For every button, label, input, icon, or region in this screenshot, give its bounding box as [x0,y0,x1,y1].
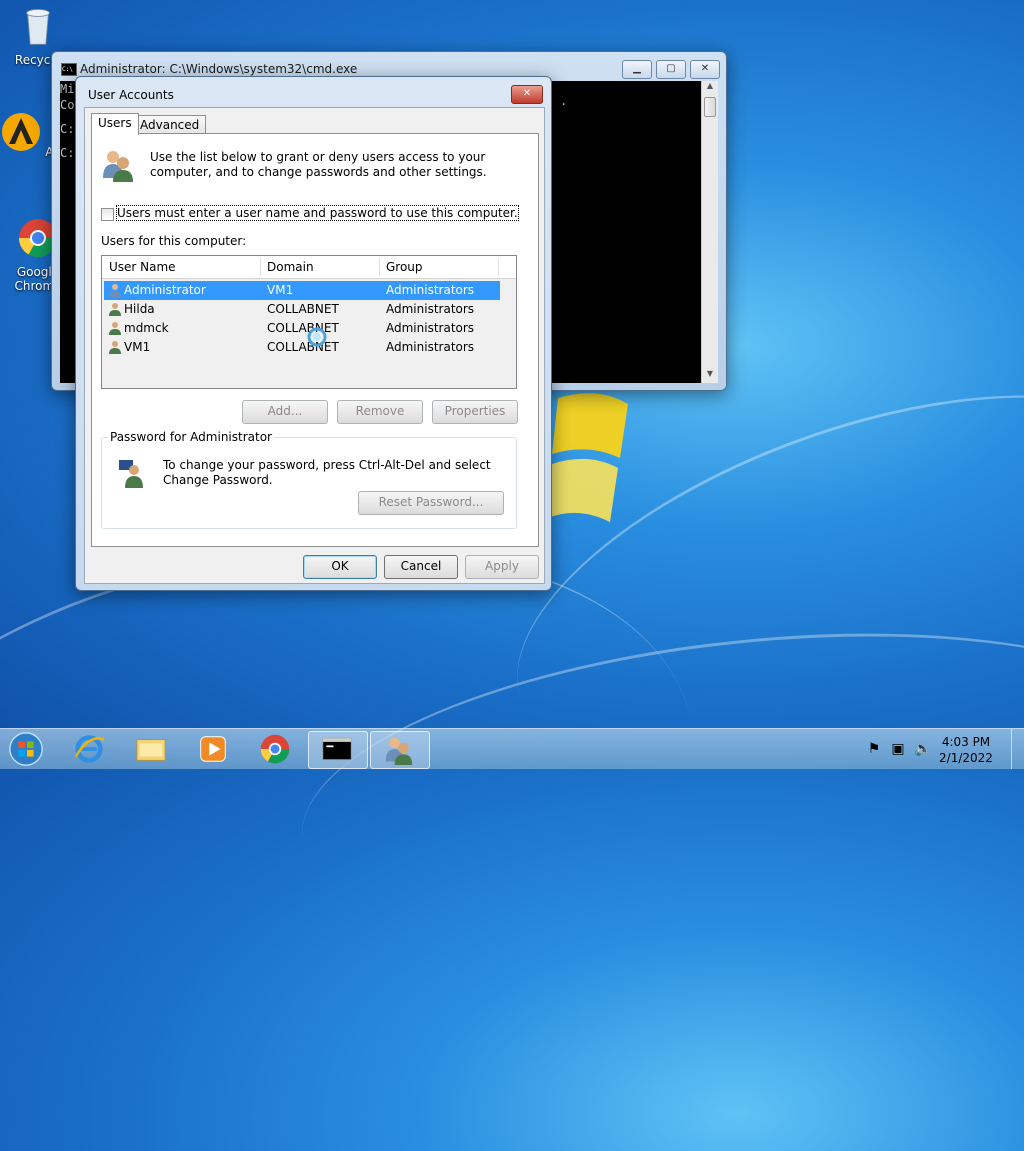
clock-time: 4:03 PM [941,735,991,749]
reset-password-button[interactable]: Reset Password... [358,491,504,515]
scroll-up-icon[interactable]: ▲ [702,81,718,95]
taskbar-media-player[interactable] [184,731,242,767]
cmd-icon [322,737,352,761]
cmd-scrollbar[interactable]: ▲ ▼ [701,81,718,383]
users-tab-panel: Use the list below to grant or deny user… [91,133,539,547]
clock-date: 2/1/2022 [939,751,993,765]
aimp-icon [2,113,41,151]
ok-button[interactable]: OK [303,555,377,579]
user-accounts-dialog[interactable]: User Accounts ✕ Users Advanced Use the l… [75,76,552,591]
intro-text: Use the list below to grant or deny user… [150,150,487,179]
scroll-thumb[interactable] [704,97,716,117]
action-center-flag-icon[interactable]: ⚑ [866,741,882,757]
add-user-button[interactable]: Add... [242,400,328,424]
table-row[interactable]: VM1 COLLABNET Administrators [104,338,500,357]
cmd-icon: C:\ [61,63,77,76]
password-groupbox-label: Password for Administrator [108,430,274,444]
volume-icon[interactable]: 🔈 [914,741,931,757]
apply-button[interactable]: Apply [465,555,539,579]
taskbar-internet-explorer[interactable] [60,731,118,767]
user-properties-button[interactable]: Properties [432,400,518,424]
cell-group: Administrators [386,321,475,335]
column-divider[interactable] [260,258,261,276]
cell-user-name: Administrator [124,283,206,297]
taskbar: ⚑ ▣ 🔈 4:03 PM 2/1/2022 [0,728,1024,769]
user-icon [109,341,121,354]
require-password-checkbox[interactable] [101,208,114,221]
user-icon [109,303,121,316]
dialog-body: Users Advanced Use the list below to gra… [84,107,545,584]
column-header-domain[interactable]: Domain [267,260,314,274]
table-row[interactable]: mdmck COLLABNET Administrators [104,319,500,338]
busy-cursor-icon [307,327,327,347]
column-header-group[interactable]: Group [386,260,423,274]
minimize-button[interactable]: ▁ [622,60,652,79]
password-groupbox: Password for Administrator To change you… [101,430,517,529]
taskbar-file-explorer[interactable] [122,731,180,767]
cell-user-name: VM1 [124,340,151,354]
password-instructions: To change your password, press Ctrl-Alt-… [163,458,491,487]
media-player-icon [200,736,226,762]
scroll-down-icon[interactable]: ▼ [702,369,718,383]
cell-user-name: Hilda [124,302,155,316]
taskbar-user-accounts[interactable] [370,731,430,769]
users-list[interactable]: User Name Domain Group Administrator VM1… [101,255,517,389]
folder-icon [136,739,166,761]
chrome-icon [260,734,290,764]
cell-domain: VM1 [267,283,294,297]
users-icon [103,151,133,182]
user-icon [109,322,121,335]
cell-user-name: mdmck [124,321,169,335]
column-divider[interactable] [379,258,380,276]
windows-logo-wallpaper [548,393,628,522]
start-button[interactable] [6,730,46,768]
table-row[interactable]: Hilda COLLABNET Administrators [104,300,500,319]
maximize-button[interactable]: ▢ [656,60,686,79]
tab-advanced[interactable]: Advanced [133,115,207,135]
close-button[interactable]: ✕ [690,60,720,79]
system-clock[interactable]: 4:03 PM 2/1/2022 [936,734,996,766]
require-password-label[interactable]: Users must enter a user name and passwor… [116,205,519,221]
taskbar-cmd[interactable] [308,731,368,769]
cell-domain: COLLABNET [267,302,339,316]
cell-group: Administrators [386,283,475,297]
column-divider[interactable] [498,258,499,276]
cmd-title: Administrator: C:\Windows\system32\cmd.e… [80,62,358,76]
column-header-user-name[interactable]: User Name [109,260,176,274]
list-header: User Name Domain Group [102,256,516,279]
user-key-icon [119,460,143,488]
tab-users[interactable]: Users [91,113,139,135]
internet-explorer-icon [74,735,105,763]
user-icon [109,284,121,297]
taskbar-chrome[interactable] [246,731,304,767]
network-icon[interactable]: ▣ [890,741,906,757]
recycle-bin-icon [26,9,50,45]
users-icon [385,737,413,765]
cancel-button[interactable]: Cancel [384,555,458,579]
dialog-title: User Accounts [88,88,174,102]
show-desktop-button[interactable] [1011,729,1024,769]
cell-group: Administrators [386,340,475,354]
dialog-close-button[interactable]: ✕ [511,85,543,104]
table-row[interactable]: Administrator VM1 Administrators [104,281,500,300]
cell-domain: COLLABNET [267,340,339,354]
console-text: . [560,94,568,108]
remove-user-button[interactable]: Remove [337,400,423,424]
cell-domain: COLLABNET [267,321,339,335]
cell-group: Administrators [386,302,475,316]
users-list-caption: Users for this computer: [101,234,247,248]
